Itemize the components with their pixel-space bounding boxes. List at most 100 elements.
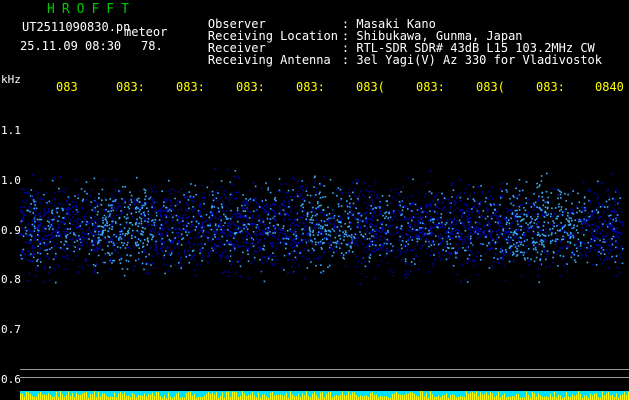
signal-pixel (206, 255, 209, 258)
signal-pixel (233, 237, 235, 240)
signal-pixel (32, 232, 35, 235)
signal-pixel (414, 203, 417, 206)
signal-pixel (235, 271, 237, 274)
signal-pixel (108, 252, 110, 255)
signal-pixel (120, 245, 123, 248)
signal-pixel (373, 247, 375, 250)
signal-pixel (82, 243, 84, 245)
signal-pixel (50, 250, 52, 252)
signal-pixel (149, 233, 152, 236)
signal-pixel (417, 268, 420, 270)
signal-pixel (335, 245, 338, 248)
signal-pixel (49, 266, 51, 269)
signal-pixel (233, 236, 235, 238)
signal-pixel (279, 231, 282, 234)
signal-pixel (318, 193, 321, 195)
signal-pixel (247, 253, 249, 256)
signal-pixel (290, 211, 293, 213)
signal-pixel (110, 241, 113, 243)
signal-pixel (619, 256, 622, 259)
signal-pixel (221, 205, 223, 208)
signal-pixel (45, 255, 47, 258)
signal-pixel (607, 188, 609, 191)
signal-pixel (619, 253, 621, 255)
signal-pixel (428, 229, 430, 232)
signal-pixel (140, 233, 143, 235)
signal-pixel (375, 249, 378, 251)
signal-pixel (517, 223, 519, 226)
signal-pixel (387, 231, 389, 233)
signal-pixel (300, 185, 303, 188)
signal-pixel (275, 230, 277, 233)
signal-pixel (334, 236, 337, 239)
signal-pixel (301, 198, 304, 201)
signal-pixel (495, 238, 498, 240)
signal-pixel (49, 241, 51, 243)
signal-pixel (327, 206, 329, 209)
signal-pixel (507, 219, 510, 221)
signal-pixel (441, 224, 444, 226)
signal-pixel (267, 187, 269, 189)
signal-pixel (477, 212, 480, 214)
signal-pixel (76, 240, 79, 242)
signal-pixel (298, 264, 300, 267)
signal-pixel (612, 235, 615, 238)
signal-pixel (202, 221, 204, 223)
signal-pixel (545, 258, 547, 261)
signal-pixel (428, 242, 430, 244)
signal-pixel (59, 220, 61, 222)
signal-pixel (91, 219, 93, 221)
signal-pixel (224, 250, 226, 253)
signal-pixel (278, 190, 281, 193)
signal-pixel (62, 203, 65, 206)
signal-pixel (339, 234, 341, 237)
signal-pixel (245, 231, 247, 233)
signal-pixel (360, 215, 363, 217)
signal-pixel (328, 250, 331, 253)
signal-pixel (442, 207, 445, 209)
signal-pixel (213, 197, 216, 199)
signal-pixel (155, 235, 157, 238)
power-peak (226, 392, 227, 400)
power-peak (30, 393, 31, 400)
signal-pixel (398, 210, 400, 212)
signal-pixel (367, 265, 369, 268)
signal-pixel (41, 239, 43, 242)
signal-pixel (310, 211, 313, 213)
signal-pixel (141, 251, 144, 253)
power-peak (304, 395, 305, 400)
signal-pixel (165, 216, 168, 218)
signal-pixel (263, 280, 266, 283)
signal-pixel (491, 215, 493, 217)
signal-pixel (152, 221, 154, 223)
signal-pixel (551, 207, 553, 210)
power-peak (204, 395, 205, 400)
signal-pixel (143, 268, 145, 271)
signal-pixel (201, 247, 204, 249)
signal-pixel (163, 254, 166, 257)
signal-pixel (598, 203, 600, 205)
signal-pixel (572, 189, 575, 191)
signal-pixel (101, 219, 103, 222)
signal-pixel (107, 235, 109, 238)
signal-pixel (140, 238, 142, 240)
signal-pixel (21, 227, 23, 229)
signal-pixel (594, 249, 597, 251)
power-peak (264, 394, 265, 400)
signal-pixel (277, 228, 280, 230)
signal-pixel (126, 254, 128, 256)
signal-pixel (479, 243, 481, 246)
signal-pixel (400, 191, 402, 193)
signal-pixel (293, 271, 295, 273)
signal-pixel (349, 202, 351, 205)
signal-pixel (110, 210, 112, 212)
signal-pixel (41, 237, 44, 239)
signal-pixel (269, 208, 272, 210)
signal-pixel (367, 243, 369, 246)
signal-pixel (545, 227, 547, 230)
signal-pixel (519, 215, 522, 218)
signal-pixel (302, 222, 305, 225)
signal-pixel (411, 239, 414, 241)
signal-pixel (334, 241, 337, 244)
signal-pixel (405, 245, 408, 248)
